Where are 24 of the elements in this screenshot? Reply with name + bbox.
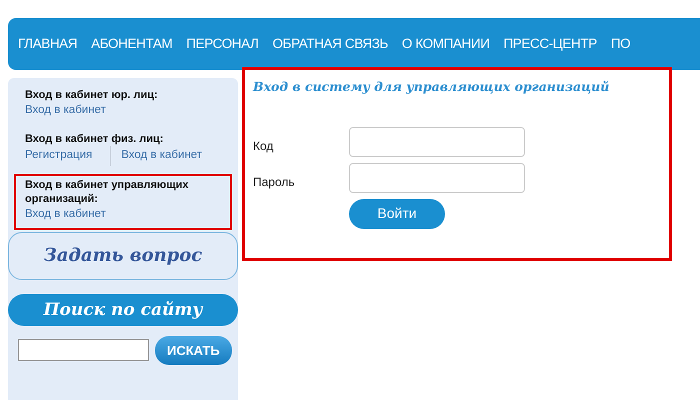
login-title: Вход в систему для управляющих организаций (253, 78, 610, 96)
menu-link[interactable]: ОБРАТНАЯ СВЯЗЬ (272, 34, 388, 54)
cabinet-link[interactable]: Регистрация (25, 147, 92, 164)
menu-link[interactable]: ГЛАВНАЯ (18, 34, 78, 54)
input-field[interactable] (349, 162, 525, 193)
search-field[interactable] (18, 339, 149, 362)
menu-link[interactable]: ПРЕСС-ЦЕНТР (504, 34, 597, 54)
cabinet-link[interactable]: Вход в кабинет (25, 102, 106, 120)
menu-link[interactable]: ПО (610, 34, 630, 54)
menu-link[interactable]: ПЕРСОНАЛ (186, 34, 259, 54)
menu-link[interactable]: АБОНЕНТАМ (91, 34, 172, 54)
ask-question-button[interactable]: Задать вопрос (8, 232, 238, 280)
menu-link[interactable]: О КОМПАНИИ (402, 34, 490, 54)
search-heading: Поиск по сайту (8, 294, 238, 326)
section-title: Вход в кабинет управляющих организаций: (25, 178, 190, 206)
input-field[interactable] (349, 126, 525, 157)
field-label: Код (253, 138, 274, 155)
section-title: Вход в кабинет физ. лиц: (25, 132, 164, 146)
section-title: Вход в кабинет юр. лиц: (25, 88, 159, 102)
cabinet-link[interactable]: Вход в кабинет (121, 147, 202, 164)
field-label: Пароль (253, 174, 296, 191)
search-button[interactable]: ИСКАТЬ (155, 336, 232, 366)
cabinet-link[interactable]: Вход в кабинет (25, 206, 106, 224)
login-button[interactable]: Войти (349, 198, 445, 229)
